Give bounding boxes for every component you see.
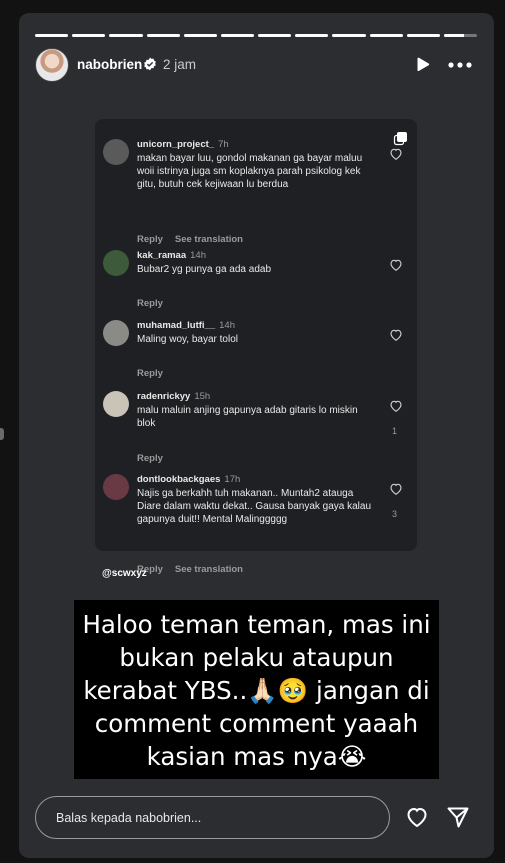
progress-segment bbox=[72, 34, 106, 37]
copy-icon bbox=[393, 132, 407, 146]
comment-heart-icon[interactable] bbox=[389, 482, 403, 496]
reply-link[interactable]: Reply bbox=[137, 453, 163, 464]
comment-user-name[interactable]: kak_ramaa bbox=[137, 250, 186, 261]
story-progress-bar bbox=[35, 34, 478, 37]
comment-username[interactable]: dontlookbackgaes 17h bbox=[137, 474, 240, 485]
comment-user-name[interactable]: dontlookbackgaes bbox=[137, 474, 220, 485]
comment-text: Bubar2 yg punya ga ada adab bbox=[137, 264, 271, 275]
progress-segment bbox=[443, 34, 478, 37]
comment-age: 14h bbox=[190, 250, 206, 261]
comment-like-count: 1 bbox=[392, 426, 398, 436]
comment-avatar[interactable] bbox=[103, 250, 129, 276]
comments-screenshot: unicorn_project_ 7h makan bayar luu, gondo… bbox=[95, 119, 417, 575]
comment-text: makan bayar luu, gondol makanan ga bayar… bbox=[137, 153, 363, 190]
caption-text: Haloo teman teman, mas ini bukan pelaku … bbox=[82, 610, 431, 771]
progress-segment bbox=[220, 34, 255, 37]
reply-field[interactable] bbox=[35, 796, 390, 839]
see-translation-link[interactable]: See translation bbox=[175, 564, 243, 575]
mention-tag[interactable]: @scwxyz bbox=[102, 568, 147, 579]
play-icon[interactable] bbox=[413, 56, 431, 74]
progress-segment bbox=[183, 34, 217, 37]
comment-heart-icon[interactable] bbox=[389, 258, 403, 272]
reply-link[interactable]: Reply bbox=[137, 234, 163, 245]
more-icon[interactable] bbox=[447, 56, 473, 74]
username[interactable]: nabobrien bbox=[77, 57, 142, 72]
comment-age: 15h bbox=[194, 391, 211, 402]
progress-segment bbox=[332, 34, 366, 37]
comment-heart-icon[interactable] bbox=[389, 147, 403, 161]
progress-segment bbox=[406, 34, 440, 37]
verified-icon bbox=[144, 57, 156, 71]
comment-avatar[interactable] bbox=[103, 474, 129, 500]
comment-like-count: 3 bbox=[392, 509, 398, 519]
comment-username[interactable]: muhamad_lutfi__ 14h bbox=[137, 320, 235, 331]
comment-avatar[interactable] bbox=[103, 139, 129, 165]
story-viewer: nabobrien 2 jam unicorn_project_ 7h makan … bbox=[19, 13, 494, 858]
comment-username[interactable]: kak_ramaa 14h bbox=[137, 250, 206, 261]
edge-indicator bbox=[0, 428, 4, 440]
comment-actions: Reply See translation bbox=[137, 234, 255, 245]
comment-user-name[interactable]: muhamad_lutfi__ bbox=[137, 320, 215, 331]
comment-text: Najis ga berkahh tuh makanan.. Muntah2 a… bbox=[137, 488, 372, 525]
comment-user-name[interactable]: unicorn_project_ bbox=[137, 139, 214, 150]
comment-user-name[interactable]: radenrickyy bbox=[137, 391, 190, 402]
progress-segment bbox=[369, 34, 403, 37]
comment-actions: Reply See translation bbox=[137, 564, 255, 575]
comment-actions: Reply bbox=[137, 368, 175, 379]
heart-icon[interactable] bbox=[404, 805, 430, 829]
reply-link[interactable]: Reply bbox=[137, 298, 163, 309]
post-time: 2 jam bbox=[163, 57, 197, 72]
comment-username[interactable]: radenrickyy 15h bbox=[137, 391, 210, 402]
comment-age: 14h bbox=[219, 320, 235, 331]
send-icon[interactable] bbox=[445, 805, 471, 829]
comment-username[interactable]: unicorn_project_ 7h bbox=[137, 139, 229, 150]
comment-text: malu maluin anjing gapunya adab gitaris … bbox=[137, 405, 358, 429]
progress-segment bbox=[146, 34, 180, 37]
comment-heart-icon[interactable] bbox=[389, 328, 403, 342]
avatar[interactable] bbox=[35, 48, 69, 82]
comment-avatar[interactable] bbox=[103, 391, 129, 417]
caption-box: Haloo teman teman, mas ini bukan pelaku … bbox=[74, 600, 439, 779]
progress-segment bbox=[35, 34, 69, 37]
reply-input[interactable] bbox=[56, 797, 376, 838]
comment-actions: Reply bbox=[137, 453, 175, 464]
progress-segment bbox=[295, 34, 329, 37]
comment-age: 7h bbox=[218, 139, 229, 150]
see-translation-link[interactable]: See translation bbox=[175, 234, 243, 245]
comment-avatar[interactable] bbox=[103, 320, 129, 346]
comment-heart-icon[interactable] bbox=[389, 399, 403, 413]
reply-link[interactable]: Reply bbox=[137, 368, 163, 379]
progress-segment bbox=[258, 34, 292, 37]
progress-segment bbox=[109, 34, 143, 37]
story-header: nabobrien 2 jam bbox=[35, 48, 479, 82]
comment-actions: Reply bbox=[137, 298, 175, 309]
comment-age: 17h bbox=[224, 474, 241, 485]
comment-text: Maling woy, bayar tolol bbox=[137, 334, 238, 345]
